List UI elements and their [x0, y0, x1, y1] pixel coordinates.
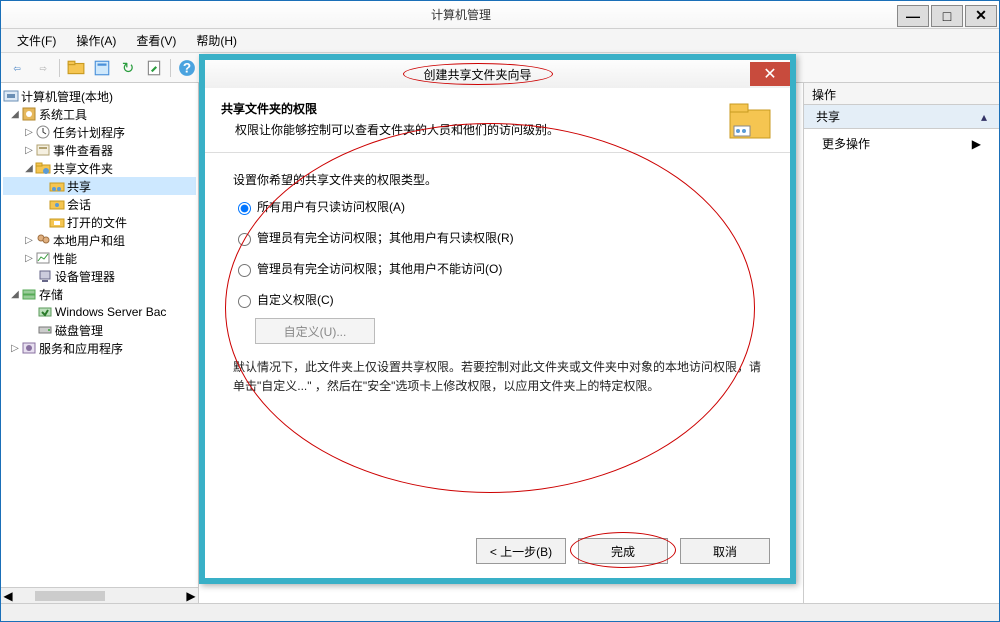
tree-services[interactable]: ▷ 服务和应用程序 — [3, 339, 196, 357]
tree-sessions[interactable]: 会话 — [3, 195, 196, 213]
custom-permissions-button: 自定义(U)... — [255, 318, 375, 344]
radio-input[interactable] — [238, 264, 251, 277]
tree-open-files[interactable]: 打开的文件 — [3, 213, 196, 231]
expand-icon[interactable]: ▷ — [9, 343, 21, 354]
actions-header: 操作 — [804, 83, 999, 105]
section-label: 共享 — [816, 108, 840, 125]
tree-task-scheduler[interactable]: ▷ 任务计划程序 — [3, 123, 196, 141]
cancel-button[interactable]: 取消 — [680, 538, 770, 564]
collapse-icon[interactable]: ◢ — [9, 109, 21, 120]
tree-storage[interactable]: ◢ 存储 — [3, 285, 196, 303]
expand-icon[interactable]: ▷ — [23, 145, 35, 156]
radio-label: 管理员有完全访问权限；其他用户有只读权限(R) — [257, 229, 514, 246]
wizard-dialog: 创建共享文件夹向导 ✕ 共享文件夹的权限 权限让你能够控制可以查看文件夹的人员和… — [199, 54, 796, 584]
folder-share-icon — [726, 100, 774, 142]
dialog-body: 设置你希望的共享文件夹的权限类型。 所有用户有只读访问权限(A) 管理员有完全访… — [205, 153, 790, 414]
tree-disk-mgmt[interactable]: 磁盘管理 — [3, 321, 196, 339]
dialog-buttons: < 上一步(B) 完成 取消 — [476, 538, 770, 564]
radio-admin-full-readonly[interactable]: 管理员有完全访问权限；其他用户有只读权限(R) — [233, 229, 762, 246]
statusbar — [1, 603, 999, 621]
dialog-close-button[interactable]: ✕ — [750, 62, 790, 86]
permissions-prompt: 设置你希望的共享文件夹的权限类型。 — [233, 171, 762, 188]
actions-section[interactable]: 共享 ▴ — [804, 105, 999, 129]
radio-input[interactable] — [238, 202, 251, 215]
tree-label: 存储 — [39, 286, 63, 303]
menu-help[interactable]: 帮助(H) — [188, 30, 245, 51]
maximize-button[interactable]: □ — [931, 5, 963, 27]
svg-text:?: ? — [183, 60, 191, 75]
tree-label: Windows Server Bac — [55, 305, 166, 319]
tree-device-manager[interactable]: 设备管理器 — [3, 267, 196, 285]
tree-label: 磁盘管理 — [55, 322, 103, 339]
dialog-subheading: 权限让你能够控制可以查看文件夹的人员和他们的访问级别。 — [221, 121, 559, 138]
tree-shared-folders[interactable]: ◢ 共享文件夹 — [3, 159, 196, 177]
dialog-title: 创建共享文件夹向导 — [423, 68, 531, 82]
tree-label: 任务计划程序 — [53, 124, 125, 141]
tree-event-viewer[interactable]: ▷ 事件查看器 — [3, 141, 196, 159]
radio-custom[interactable]: 自定义权限(C) — [233, 291, 762, 308]
app-window: 计算机管理 — □ ✕ 文件(F) 操作(A) 查看(V) 帮助(H) ⇦ ⇨ … — [0, 0, 1000, 622]
menu-action[interactable]: 操作(A) — [68, 30, 124, 51]
tree-shares[interactable]: 共享 — [3, 177, 196, 195]
tree-performance[interactable]: ▷ 性能 — [3, 249, 196, 267]
tree-root[interactable]: 计算机管理(本地) — [3, 87, 196, 105]
tree-label: 性能 — [53, 250, 77, 267]
help-icon[interactable]: ? — [177, 58, 197, 78]
dialog-heading: 共享文件夹的权限 — [221, 100, 559, 117]
expand-icon[interactable]: ▷ — [23, 127, 35, 138]
back-button[interactable]: < 上一步(B) — [476, 538, 566, 564]
dialog-titlebar: 创建共享文件夹向导 ✕ — [205, 60, 790, 88]
radio-all-readonly[interactable]: 所有用户有只读访问权限(A) — [233, 198, 762, 215]
expand-icon[interactable]: ▷ — [23, 253, 35, 264]
separator — [59, 59, 60, 77]
tree-label: 事件查看器 — [53, 142, 113, 159]
window-title: 计算机管理 — [25, 6, 897, 23]
refresh-icon[interactable]: ↻ — [118, 58, 138, 78]
radio-input[interactable] — [238, 295, 251, 308]
properties-icon[interactable] — [92, 58, 112, 78]
tree-local-users[interactable]: ▷ 本地用户和组 — [3, 231, 196, 249]
minimize-button[interactable]: — — [897, 5, 929, 27]
tree-label: 设备管理器 — [55, 268, 115, 285]
menu-view[interactable]: 查看(V) — [128, 30, 184, 51]
dialog-header: 共享文件夹的权限 权限让你能够控制可以查看文件夹的人员和他们的访问级别。 — [205, 88, 790, 153]
submenu-icon: ▶ — [972, 137, 981, 151]
tree-pane: 计算机管理(本地) ◢ 系统工具 ▷ 任务计划程序 ▷ 事件查看器 ◢ 共享文件夹 共享… — [1, 83, 199, 603]
finish-button[interactable]: 完成 — [578, 538, 668, 564]
tree-label: 打开的文件 — [67, 214, 127, 231]
tree-label: 共享 — [67, 178, 91, 195]
tree: 计算机管理(本地) ◢ 系统工具 ▷ 任务计划程序 ▷ 事件查看器 ◢ 共享文件夹 共享… — [1, 83, 198, 587]
collapse-icon: ▴ — [981, 110, 987, 124]
horizontal-scrollbar[interactable]: ◀▶ — [1, 587, 198, 603]
more-actions-label: 更多操作 — [822, 135, 870, 152]
tree-wsb[interactable]: Windows Server Bac — [3, 303, 196, 321]
separator — [170, 59, 171, 77]
radio-admin-full-noaccess[interactable]: 管理员有完全访问权限；其他用户不能访问(O) — [233, 260, 762, 277]
forward-icon[interactable]: ⇨ — [33, 58, 53, 78]
expand-icon[interactable]: ▷ — [23, 235, 35, 246]
radio-label: 管理员有完全访问权限；其他用户不能访问(O) — [257, 260, 502, 277]
new-folder-icon[interactable] — [66, 58, 86, 78]
radio-input[interactable] — [238, 233, 251, 246]
permissions-note: 默认情况下，此文件夹上仅设置共享权限。若要控制对此文件夹或文件夹中对象的本地访问… — [233, 358, 762, 396]
tree-label: 会话 — [67, 196, 91, 213]
tree-label: 本地用户和组 — [53, 232, 125, 249]
titlebar: 计算机管理 — □ ✕ — [1, 1, 999, 29]
radio-label: 所有用户有只读访问权限(A) — [257, 198, 405, 215]
tree-label: 计算机管理(本地) — [21, 88, 113, 105]
collapse-icon[interactable]: ◢ — [9, 289, 21, 300]
tree-label: 服务和应用程序 — [39, 340, 123, 357]
export-icon[interactable] — [144, 58, 164, 78]
menu-file[interactable]: 文件(F) — [9, 30, 64, 51]
close-button[interactable]: ✕ — [965, 5, 997, 27]
more-actions[interactable]: 更多操作 ▶ — [804, 129, 999, 158]
tree-system-tools[interactable]: ◢ 系统工具 — [3, 105, 196, 123]
back-icon[interactable]: ⇦ — [7, 58, 27, 78]
tree-label: 系统工具 — [39, 106, 87, 123]
collapse-icon[interactable]: ◢ — [23, 163, 35, 174]
menubar: 文件(F) 操作(A) 查看(V) 帮助(H) — [1, 29, 999, 53]
tree-label: 共享文件夹 — [53, 160, 113, 177]
actions-pane: 操作 共享 ▴ 更多操作 ▶ — [804, 83, 999, 603]
radio-label: 自定义权限(C) — [257, 291, 334, 308]
